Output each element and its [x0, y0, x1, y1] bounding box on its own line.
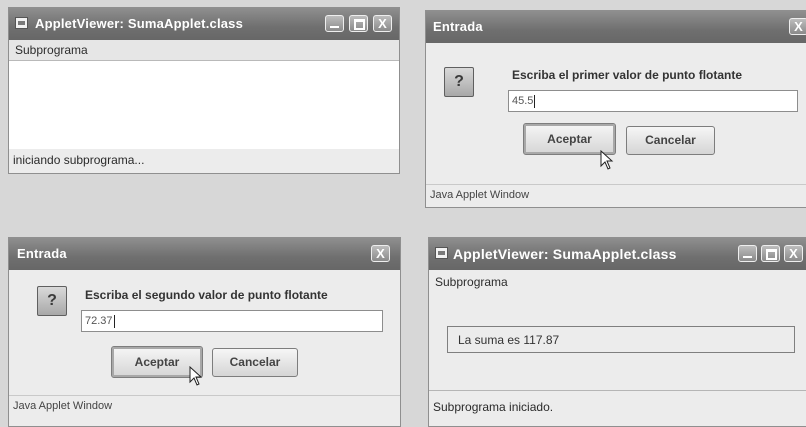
minimize-icon[interactable] [325, 15, 344, 32]
applet-window-footer: Java Applet Window [426, 184, 806, 207]
status-divider [429, 390, 806, 391]
close-icon[interactable]: X [784, 245, 803, 262]
status-text: iniciando subprograma... [13, 153, 145, 167]
footer-text: Java Applet Window [430, 189, 530, 201]
input-dialog-first: Entrada X ? Escriba el primer valor de p… [425, 10, 806, 208]
applet-content-area [9, 61, 399, 149]
value-input[interactable]: 45.5 [508, 90, 798, 112]
dialog-title: Entrada [17, 246, 67, 261]
menu-subprograma[interactable]: Subprograma [435, 275, 508, 289]
applet-viewer-window-result: AppletViewer: SumaApplet.class X Subprog… [428, 237, 806, 427]
maximize-icon[interactable] [761, 245, 780, 262]
maximize-icon[interactable] [349, 15, 368, 32]
cancel-button[interactable]: Cancelar [626, 126, 715, 155]
applet-content-area: La suma es 117.87 [429, 294, 806, 390]
input-value: 45.5 [512, 95, 534, 107]
value-input[interactable]: 72.37 [81, 310, 383, 332]
close-icon[interactable]: X [789, 18, 806, 35]
title-bar[interactable]: Entrada X [426, 11, 806, 43]
close-icon[interactable]: X [371, 245, 390, 262]
footer-text: Java Applet Window [13, 400, 113, 412]
input-dialog-second: Entrada X ? Escriba el segundo valor de … [8, 237, 401, 427]
menu-subprograma[interactable]: Subprograma [15, 43, 88, 57]
result-label: La suma es 117.87 [447, 326, 795, 353]
menu-bar: Subprograma [9, 40, 399, 61]
mouse-cursor-icon [189, 366, 203, 386]
question-icon: ? [444, 67, 474, 97]
title-bar[interactable]: AppletViewer: SumaApplet.class X [429, 238, 806, 270]
title-bar[interactable]: Entrada X [9, 238, 400, 270]
window-title: AppletViewer: SumaApplet.class [453, 246, 677, 262]
cancel-button[interactable]: Cancelar [212, 348, 298, 377]
input-value: 72.37 [85, 315, 113, 327]
mouse-cursor-icon [600, 150, 614, 170]
close-icon[interactable]: X [373, 15, 392, 32]
applet-icon [15, 17, 28, 29]
input-prompt: Escriba el primer valor de punto flotant… [512, 68, 743, 82]
status-text: Subprograma iniciado. [433, 400, 554, 414]
minimize-icon[interactable] [738, 245, 757, 262]
dialog-title: Entrada [433, 19, 483, 34]
applet-window-footer: Java Applet Window [9, 395, 400, 418]
window-title: AppletViewer: SumaApplet.class [35, 16, 244, 31]
input-prompt: Escriba el segundo valor de punto flotan… [85, 288, 328, 302]
menu-bar: Subprograma [429, 270, 806, 294]
applet-icon [435, 247, 448, 259]
title-bar[interactable]: AppletViewer: SumaApplet.class X [9, 8, 399, 40]
applet-viewer-window-start: AppletViewer: SumaApplet.class X Subprog… [8, 7, 400, 174]
question-icon: ? [37, 286, 67, 316]
